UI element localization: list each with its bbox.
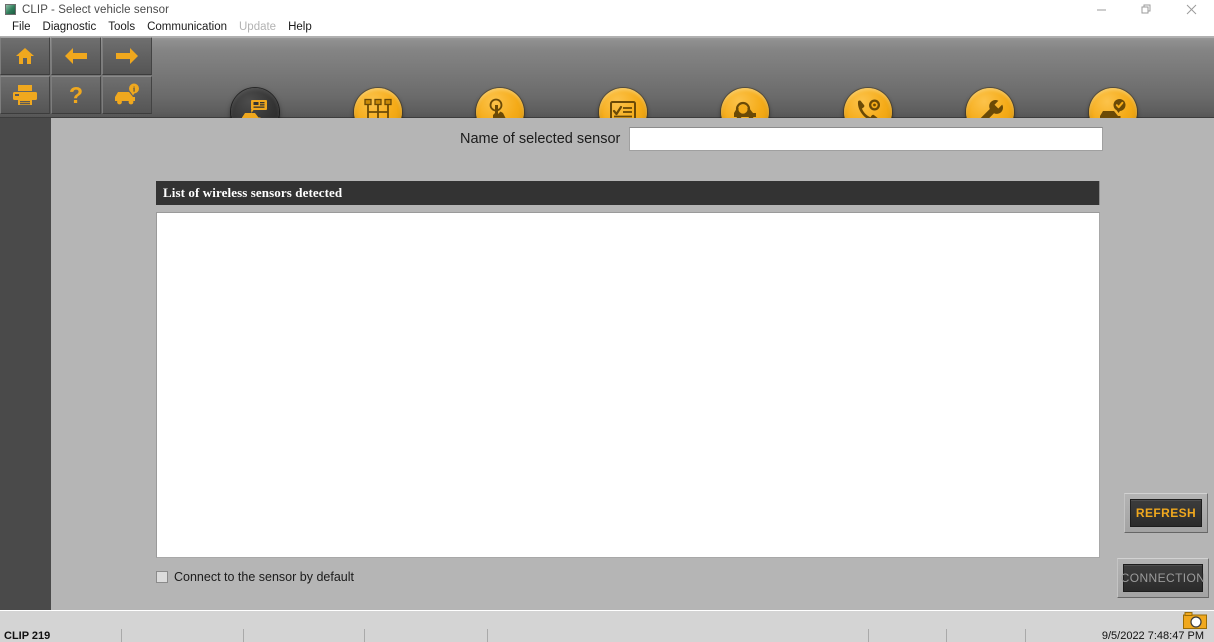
connect-by-default-label: Connect to the sensor by default xyxy=(174,570,354,584)
connect-by-default-row[interactable]: Connect to the sensor by default xyxy=(156,570,354,584)
wireless-sensor-list[interactable] xyxy=(156,212,1100,558)
status-datetime: 9/5/2022 7:48:47 PM xyxy=(1101,629,1204,642)
status-cell-4 xyxy=(365,629,488,642)
sensor-name-input[interactable] xyxy=(629,127,1104,151)
restore-icon[interactable] xyxy=(1124,0,1169,19)
main-toolbar: ? i xyxy=(0,36,1214,136)
car-info-icon: i xyxy=(112,83,142,107)
clip-app-icon xyxy=(5,4,16,15)
arrow-left-icon xyxy=(64,47,88,65)
forward-button[interactable] xyxy=(102,37,152,75)
print-button[interactable] xyxy=(0,76,50,114)
status-cell-3 xyxy=(244,629,365,642)
back-button[interactable] xyxy=(51,37,101,75)
printer-icon xyxy=(12,84,38,106)
question-mark-icon: ? xyxy=(67,83,85,107)
vehicle-info-button[interactable]: i xyxy=(102,76,152,114)
status-cell-5 xyxy=(488,629,869,642)
menu-item-update: Update xyxy=(239,21,277,33)
status-bar: CLIP 219 9/5/2022 7:48:47 PM xyxy=(0,629,1214,642)
status-cell-2 xyxy=(122,629,244,642)
menu-item-file[interactable]: File xyxy=(6,19,37,36)
title-bar: CLIP - Select vehicle sensor xyxy=(0,0,1214,19)
connection-button-label: CONNECTION xyxy=(1121,564,1205,592)
left-sidebar xyxy=(0,118,51,610)
application-window: CLIP - Select vehicle sensor File Diagno… xyxy=(0,0,1214,642)
status-cell-7 xyxy=(947,629,1026,642)
minimize-icon[interactable] xyxy=(1079,0,1124,19)
content-area: Name of selected sensor List of wireless… xyxy=(51,118,1214,610)
menu-item-tools[interactable]: Tools xyxy=(102,19,141,36)
close-icon[interactable] xyxy=(1169,0,1214,19)
refresh-button-label: REFRESH xyxy=(1130,499,1202,527)
bottom-strip xyxy=(0,610,1214,629)
help-button[interactable]: ? xyxy=(51,76,101,114)
wireless-sensor-list-header: List of wireless sensors detected xyxy=(156,181,1100,205)
menu-item-diagnostic[interactable]: Diagnostic xyxy=(37,19,103,36)
home-icon xyxy=(14,46,36,66)
arrow-right-icon xyxy=(115,47,139,65)
window-controls xyxy=(1079,0,1214,19)
sensor-name-row: Name of selected sensor xyxy=(460,127,1104,151)
screenshot-camera-icon[interactable] xyxy=(1182,611,1208,629)
menu-bar: File Diagnostic Tools Communication Upda… xyxy=(0,19,1214,36)
refresh-button[interactable]: REFRESH xyxy=(1124,493,1208,533)
home-button[interactable] xyxy=(0,37,50,75)
status-cell-6 xyxy=(869,629,947,642)
connection-button: CONNECTION xyxy=(1117,558,1209,598)
svg-text:?: ? xyxy=(69,83,83,107)
svg-text:i: i xyxy=(133,85,135,94)
status-cell-version: CLIP 219 xyxy=(0,629,122,642)
menu-item-communication[interactable]: Communication xyxy=(141,19,233,36)
window-title: CLIP - Select vehicle sensor xyxy=(22,3,170,16)
sensor-name-label: Name of selected sensor xyxy=(460,131,621,147)
menu-item-help[interactable]: Help xyxy=(282,19,318,36)
connect-by-default-checkbox[interactable] xyxy=(156,571,168,583)
navigation-button-grid: ? i xyxy=(0,36,152,114)
wireless-sensor-list-header-label: List of wireless sensors detected xyxy=(163,185,343,200)
